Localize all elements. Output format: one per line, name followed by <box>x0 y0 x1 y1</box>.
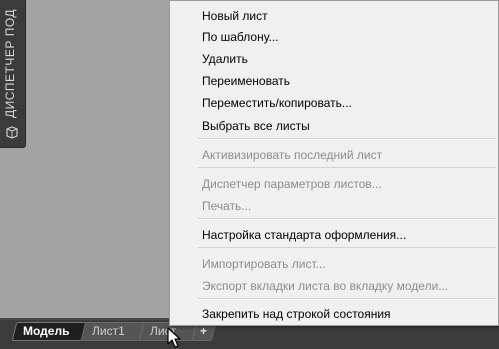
menu-item-select-all[interactable]: Выбрать все листы <box>202 119 310 133</box>
tab-model-label: Модель <box>23 324 70 338</box>
menu-item-new-sheet[interactable]: Новый лист <box>202 9 268 23</box>
menu-item-activate-last[interactable]: Активизировать последний лист <box>202 148 382 162</box>
sheet-set-manager-palette-tab[interactable]: ДИСПЕТЧЕР ПОД <box>0 0 26 148</box>
palette-icon <box>6 126 18 139</box>
menu-separator <box>198 298 496 299</box>
palette-title: ДИСПЕТЧЕР ПОД <box>3 8 17 118</box>
menu-item-move-copy[interactable]: Переместить/копировать... <box>202 96 352 110</box>
menu-item-print[interactable]: Печать... <box>202 199 251 213</box>
menu-item-rename[interactable]: Переименовать <box>202 74 290 88</box>
menu-item-delete[interactable]: Удалить <box>202 52 248 66</box>
tab-model[interactable]: Модель <box>11 322 87 341</box>
tab-sheet1-label: Лист1 <box>92 324 125 338</box>
layout-context-menu: Новый лист По шаблону... Удалить Переиме… <box>169 0 499 326</box>
menu-item-import-sheet[interactable]: Импортировать лист... <box>202 257 326 271</box>
tab-sheet1[interactable]: Лист1 <box>80 322 148 341</box>
menu-separator <box>198 218 496 219</box>
mouse-cursor-icon <box>167 327 181 348</box>
menu-item-from-template[interactable]: По шаблону... <box>202 30 279 44</box>
menu-separator <box>198 167 496 168</box>
menu-item-dock-above-status[interactable]: Закрепить над строкой состояния <box>202 307 391 321</box>
menu-item-page-setup-manager[interactable]: Диспетчер параметров листов... <box>202 177 382 191</box>
menu-separator <box>198 247 496 248</box>
menu-item-drafting-standard[interactable]: Настройка стандарта оформления... <box>202 228 406 242</box>
menu-item-export-layout[interactable]: Экспорт вкладки листа во вкладку модели.… <box>202 279 448 293</box>
menu-separator <box>198 138 496 139</box>
